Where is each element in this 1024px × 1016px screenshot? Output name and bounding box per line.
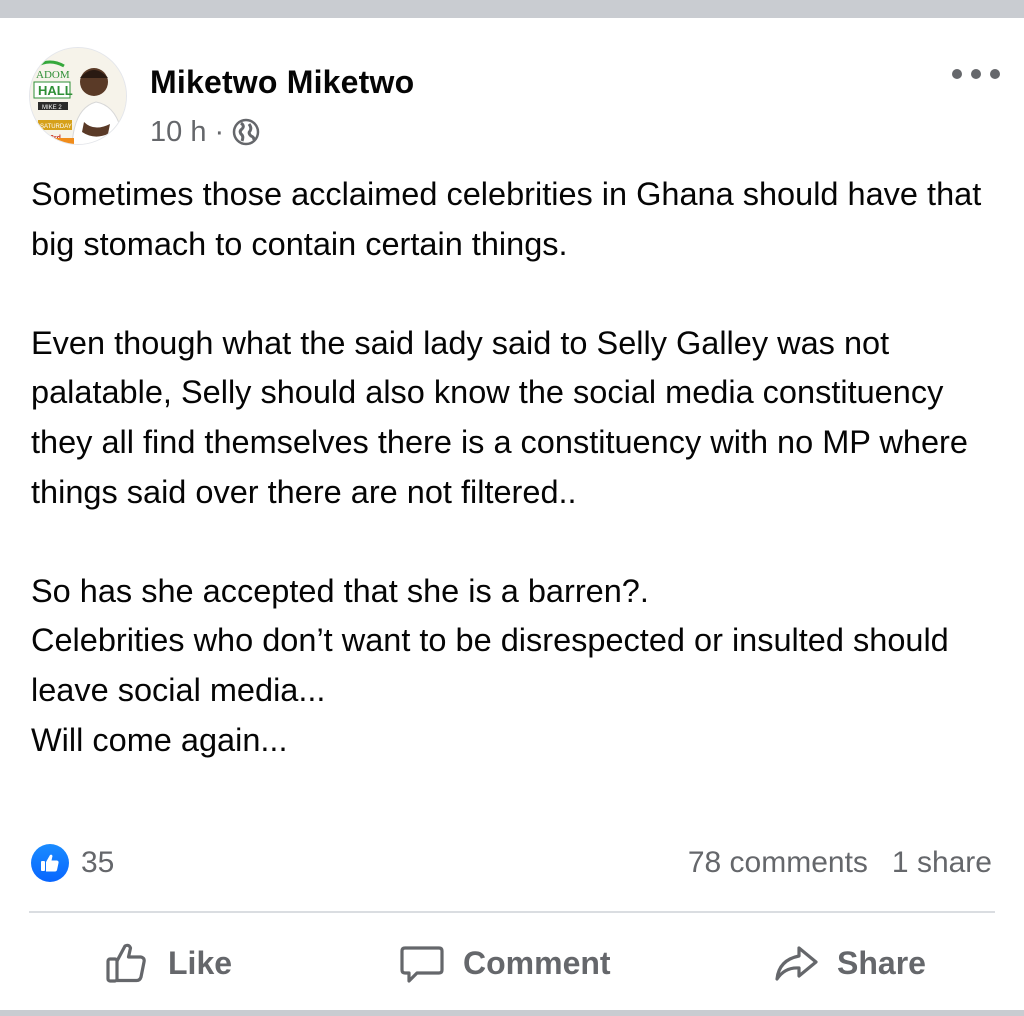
post-time[interactable]: 10 h (150, 116, 206, 149)
avatar-text-hall: HALL (38, 83, 73, 98)
post-author-name[interactable]: Miketwo Miketwo (150, 64, 414, 101)
more-dot-icon (971, 69, 981, 79)
comments-count-link[interactable]: 78 comments (688, 846, 868, 880)
like-reaction-icon (31, 844, 69, 882)
actions-divider (29, 911, 995, 913)
top-separator-band (0, 0, 1024, 18)
thumbs-up-icon (106, 943, 146, 983)
post-paragraph: Even though what the said lady said to S… (31, 324, 968, 510)
share-arrow-icon (775, 946, 818, 981)
comment-button[interactable]: Comment (399, 934, 611, 992)
share-button[interactable]: Share (773, 934, 926, 992)
comment-label: Comment (463, 944, 611, 981)
share-label: Share (837, 944, 926, 981)
avatar[interactable]: ADOM HALL MIKE 2 SATURDAY 3rd (29, 47, 127, 145)
more-dot-icon (952, 69, 962, 79)
post-paragraph: Sometimes those acclaimed celebrities in… (31, 176, 982, 262)
globe-icon (232, 118, 260, 146)
engagement-stats: 78 comments 1 share (688, 840, 992, 886)
more-options-button[interactable] (952, 56, 1000, 92)
like-label: Like (168, 944, 233, 981)
more-dot-icon (990, 69, 1000, 79)
avatar-text-event: SATURDAY (40, 124, 72, 130)
bottom-separator-band (0, 1010, 1024, 1016)
comment-bubble-icon (400, 946, 444, 983)
reaction-count: 35 (81, 846, 115, 879)
avatar-image: ADOM HALL MIKE 2 SATURDAY 3rd (30, 48, 126, 144)
shares-count-link[interactable]: 1 share (892, 846, 992, 880)
avatar-text-badge: MIKE 2 (42, 105, 62, 111)
post-meta: 10 h · (150, 112, 260, 152)
post-paragraph: So has she accepted that she is a barren… (31, 572, 949, 758)
reactions-summary[interactable]: 35 (31, 840, 114, 886)
avatar-text-adom: ADOM (36, 69, 70, 81)
like-button[interactable]: Like (104, 934, 232, 992)
post-body: Sometimes those acclaimed celebrities in… (31, 170, 991, 765)
meta-separator: · (214, 115, 225, 148)
